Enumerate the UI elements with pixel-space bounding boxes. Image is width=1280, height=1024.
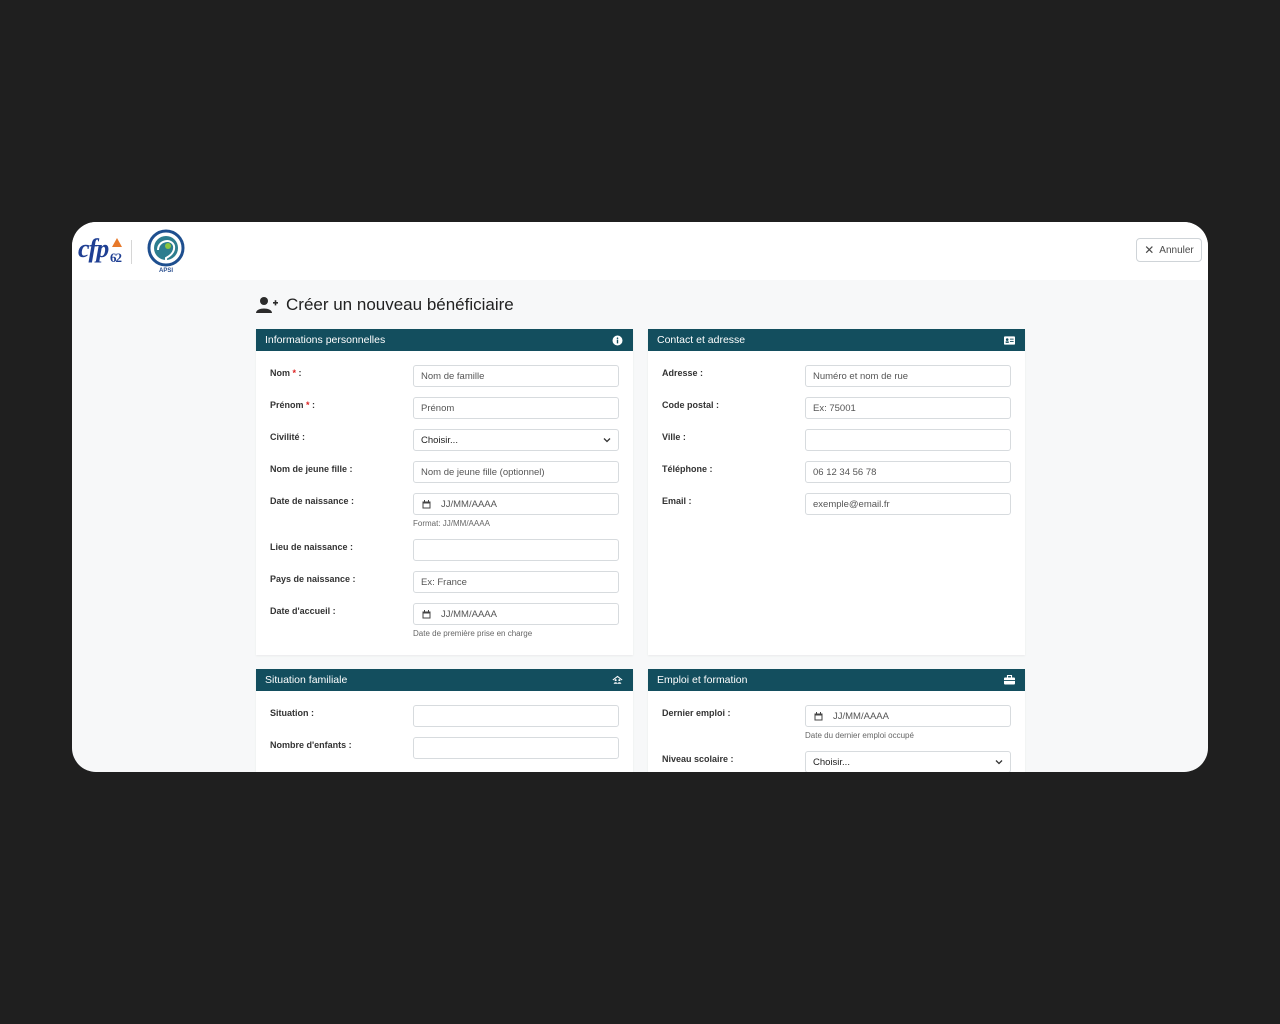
accueil-label: Date d'accueil : — [270, 606, 336, 616]
chevron-down-icon — [603, 438, 611, 443]
civilite-select[interactable]: Choisir... — [413, 429, 619, 451]
user-plus-icon — [256, 297, 278, 313]
cfp-logo-text: cfp — [78, 234, 109, 263]
family-header: Situation familiale — [256, 669, 633, 691]
pays-naissance-input[interactable]: Ex: France — [413, 571, 619, 593]
enfants-input[interactable] — [413, 737, 619, 759]
cfp62-logo[interactable]: cfp 62 — [78, 234, 126, 268]
page-title: Créer un nouveau bénéficiaire — [286, 295, 514, 314]
logo-divider — [131, 240, 132, 264]
personal-info-card: Informations personnelles Nom * : Nom de… — [256, 329, 633, 655]
lieu-naissance-input[interactable] — [413, 539, 619, 561]
calendar-icon — [814, 711, 823, 720]
code-postal-placeholder: Ex: 75001 — [813, 402, 856, 414]
required-marker: * — [292, 368, 297, 378]
civilite-label: Civilité : — [270, 432, 306, 442]
dernier-emploi-label: Dernier emploi : — [662, 708, 731, 718]
close-icon: ✕ — [1144, 243, 1155, 257]
prenom-label: Prénom * : — [270, 400, 316, 410]
civilite-value: Choisir... — [421, 434, 458, 446]
dernier-emploi-placeholder: JJ/MM/AAAA — [833, 710, 889, 722]
niveau-scolaire-select[interactable]: Choisir... — [805, 751, 1011, 772]
telephone-input[interactable]: 06 12 34 56 78 — [805, 461, 1011, 483]
naissance-help-text: Format: JJ/MM/AAAA — [413, 519, 490, 528]
top-bar: cfp 62 APSI ✕ Annuler — [72, 222, 1208, 280]
nom-label: Nom * : — [270, 368, 302, 378]
situation-input[interactable] — [413, 705, 619, 727]
dernier-emploi-date-input[interactable]: JJ/MM/AAAA — [805, 705, 1011, 727]
jeune-fille-placeholder: Nom de jeune fille (optionnel) — [421, 466, 545, 478]
email-input[interactable]: exemple@email.fr — [805, 493, 1011, 515]
contact-header: Contact et adresse — [648, 329, 1025, 351]
naissance-label: Date de naissance : — [270, 496, 355, 506]
ville-label: Ville : — [662, 432, 686, 442]
adresse-label: Adresse : — [662, 368, 704, 378]
niveau-scolaire-label: Niveau scolaire : — [662, 754, 734, 764]
adresse-placeholder: Numéro et nom de rue — [813, 370, 909, 382]
page-header: Créer un nouveau bénéficiaire — [256, 294, 514, 316]
lieu-naissance-label: Lieu de naissance : — [270, 542, 354, 552]
calendar-icon — [422, 499, 431, 508]
personal-info-header: Informations personnelles — [256, 329, 633, 351]
cancel-button[interactable]: ✕ Annuler — [1136, 238, 1202, 262]
accueil-placeholder: JJ/MM/AAAA — [441, 608, 497, 620]
apsi-logo-label: APSI — [159, 268, 174, 274]
chevron-down-icon — [995, 760, 1003, 765]
personal-info-title: Informations personnelles — [265, 334, 386, 346]
prenom-label-text: Prénom — [270, 400, 304, 410]
telephone-placeholder: 06 12 34 56 78 — [813, 466, 877, 478]
briefcase-icon — [1004, 675, 1015, 686]
employment-header: Emploi et formation — [648, 669, 1025, 691]
jeune-fille-label: Nom de jeune fille : — [270, 464, 353, 474]
cancel-button-label: Annuler — [1159, 244, 1194, 256]
calendar-icon — [422, 609, 431, 618]
email-label: Email : — [662, 496, 692, 506]
email-placeholder: exemple@email.fr — [813, 498, 890, 510]
niveau-scolaire-value: Choisir... — [813, 756, 850, 768]
contact-card: Contact et adresse Adresse : Numéro et n… — [648, 329, 1025, 655]
situation-label: Situation : — [270, 708, 314, 718]
pays-naissance-label: Pays de naissance : — [270, 574, 356, 584]
family-card: Situation familiale Situation : Nombre d… — [256, 669, 633, 772]
adresse-input[interactable]: Numéro et nom de rue — [805, 365, 1011, 387]
pays-placeholder: Ex: France — [421, 576, 467, 588]
app-window: cfp 62 APSI ✕ Annuler Créer un nouveau b… — [72, 222, 1208, 772]
prenom-input[interactable]: Prénom — [413, 397, 619, 419]
required-marker: * — [306, 400, 310, 410]
ville-input[interactable] — [805, 429, 1011, 451]
nom-input[interactable]: Nom de famille — [413, 365, 619, 387]
logo-triangle-icon — [112, 238, 122, 247]
info-icon — [612, 335, 623, 346]
family-icon — [612, 675, 623, 686]
family-title: Situation familiale — [265, 674, 348, 686]
prenom-placeholder: Prénom — [421, 402, 455, 414]
code-postal-label: Code postal : — [662, 400, 720, 410]
employment-title: Emploi et formation — [657, 674, 748, 686]
naissance-placeholder: JJ/MM/AAAA — [441, 498, 497, 510]
naissance-date-input[interactable]: JJ/MM/AAAA — [413, 493, 619, 515]
accueil-help-text: Date de première prise en charge — [413, 629, 533, 638]
jeune-fille-input[interactable]: Nom de jeune fille (optionnel) — [413, 461, 619, 483]
contact-title: Contact et adresse — [657, 334, 746, 346]
enfants-label: Nombre d'enfants : — [270, 740, 352, 750]
nom-placeholder: Nom de famille — [421, 370, 485, 382]
accueil-date-input[interactable]: JJ/MM/AAAA — [413, 603, 619, 625]
dernier-emploi-help-text: Date du dernier emploi occupé — [805, 731, 914, 740]
telephone-label: Téléphone : — [662, 464, 713, 474]
code-postal-input[interactable]: Ex: 75001 — [805, 397, 1011, 419]
employment-card: Emploi et formation Dernier emploi : JJ/… — [648, 669, 1025, 772]
cfp-logo-number: 62 — [110, 250, 122, 265]
nom-label-text: Nom — [270, 368, 290, 378]
id-card-icon — [1004, 335, 1015, 346]
